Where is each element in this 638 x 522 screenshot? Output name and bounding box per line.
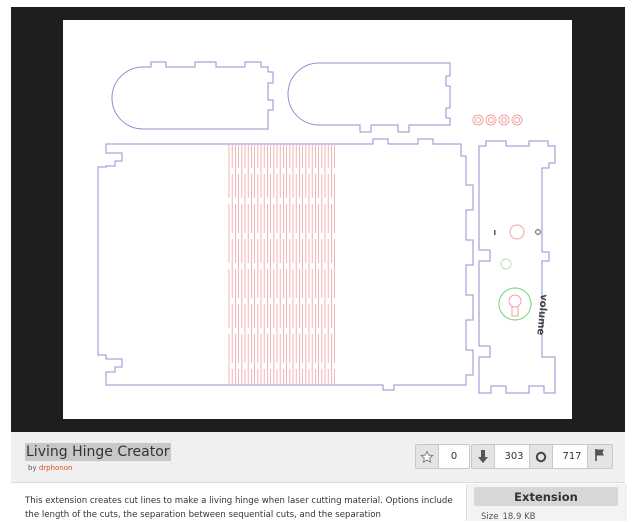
favorite-button[interactable]: 0	[415, 444, 470, 469]
download-arrow-icon	[472, 445, 495, 468]
preview-canvas: volume	[63, 20, 572, 419]
views-count: 717	[562, 451, 582, 462]
panel-top-left	[111, 61, 274, 130]
report-button[interactable]	[587, 444, 613, 469]
panel-top-right	[287, 62, 451, 133]
laser-cut-drawing: volume	[97, 61, 556, 394]
author-link[interactable]: drphonon	[39, 464, 73, 472]
volume-knob-shaft	[511, 307, 519, 317]
small-hole	[500, 258, 512, 270]
flag-icon	[594, 447, 606, 466]
extension-description: This extension creates cut lines to make…	[25, 496, 453, 520]
left-mark	[494, 230, 496, 235]
details-side-panel: Extension Size 18.9 KB	[466, 484, 627, 522]
downloads-count: 303	[504, 451, 524, 462]
download-button[interactable]: 303	[471, 444, 534, 469]
panel-right-side	[478, 140, 556, 394]
extension-info-bar: Living Hinge Creator by drphonon 0 303 7…	[11, 432, 625, 483]
author-line: by drphonon	[28, 464, 72, 472]
volume-label: volume	[534, 294, 549, 336]
volume-knob-center	[508, 294, 522, 308]
volume-knob-ring	[498, 287, 532, 321]
right-mark	[535, 229, 541, 235]
dial-hole-red	[509, 224, 525, 240]
extension-title: Living Hinge Creator	[25, 443, 171, 461]
star-icon	[416, 445, 439, 468]
extension-type-tab[interactable]: Extension	[474, 487, 618, 506]
views-counter: 717	[529, 444, 592, 469]
living-hinge-cuts	[228, 145, 336, 384]
by-prefix: by	[28, 464, 37, 472]
panel-main-hinge	[97, 138, 474, 391]
small-circles	[472, 114, 523, 126]
eye-icon	[530, 445, 553, 468]
favorites-count: 0	[450, 451, 458, 462]
preview-viewer: volume	[11, 7, 625, 432]
